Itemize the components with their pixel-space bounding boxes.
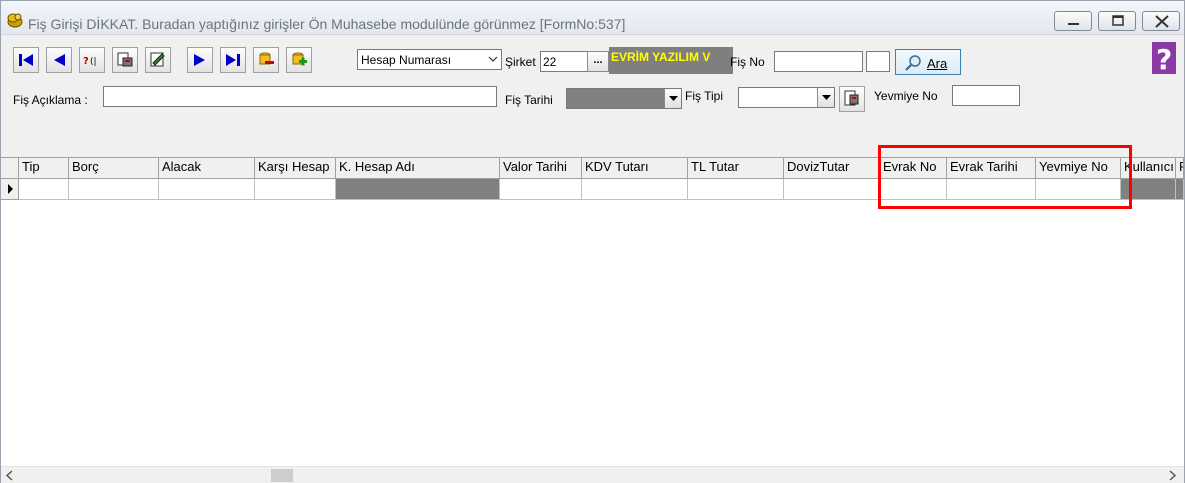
fis-tarihi-picker[interactable] — [566, 88, 682, 109]
previous-icon — [54, 54, 65, 66]
delete-record-button[interactable] — [253, 47, 279, 73]
cell-kullanici — [1121, 179, 1176, 200]
dropdown-arrow-icon — [669, 96, 678, 101]
chevron-down-icon — [488, 56, 498, 62]
svg-text:?: ? — [83, 56, 89, 67]
cell-k-hesap-adi — [336, 179, 500, 200]
fis-tarihi-label: Fiş Tarihi — [505, 93, 553, 107]
horizontal-scrollbar[interactable] — [1, 466, 1184, 483]
maximize-icon — [1112, 15, 1124, 26]
yevmiye-no-input[interactable] — [952, 85, 1020, 106]
first-icon — [19, 54, 33, 66]
col-header-tip[interactable]: Tip — [19, 158, 69, 179]
cell-borc[interactable] — [69, 179, 159, 200]
col-header-alacak[interactable]: Alacak — [159, 158, 255, 179]
search-field-value: Hesap Numarası — [361, 53, 452, 67]
col-header-evrak-no[interactable]: Evrak No — [880, 158, 947, 179]
maximize-button[interactable] — [1098, 11, 1136, 31]
form-fields-row: Fiş Açıklama : Fiş Tarihi Fiş Tipi Yevmi… — [1, 83, 1184, 157]
cell-alacak[interactable] — [159, 179, 255, 200]
toolbar: ? (| Hesap Numarası Şirket 22 ... EVRİM Y… — [1, 35, 1184, 83]
cell-f — [1176, 179, 1184, 200]
next-icon — [194, 54, 205, 66]
date-dropdown-button[interactable] — [664, 89, 681, 108]
edit-icon — [150, 52, 165, 67]
add-db-icon — [292, 52, 307, 66]
fis-tipi-dropdown-button[interactable] — [817, 88, 834, 107]
search-field-select[interactable]: Hesap Numarası — [357, 49, 502, 70]
fis-no-input[interactable] — [774, 51, 863, 72]
row-indicator — [1, 179, 19, 200]
print-preview-icon — [117, 52, 133, 67]
col-header-tl-tutar[interactable]: TL Tutar — [688, 158, 784, 179]
col-header-doviz-tutar[interactable]: DovizTutar — [784, 158, 880, 179]
cell-karsi-hesap[interactable] — [255, 179, 336, 200]
col-header-f[interactable]: F — [1176, 158, 1184, 179]
fis-aciklama-label: Fiş Açıklama : — [13, 93, 88, 107]
search-button-label: Ara — [927, 56, 948, 71]
title-bar: Fiş Girişi DİKKAT. Buradan yaptığınız gi… — [1, 1, 1184, 35]
app-icon — [7, 13, 23, 28]
next-record-button[interactable] — [187, 47, 213, 73]
query-icon: ? (| — [83, 56, 97, 67]
cell-yevmiye-no[interactable] — [1036, 179, 1121, 200]
query-button[interactable]: ? (| — [79, 47, 105, 73]
form-window: Fiş Girişi DİKKAT. Buradan yaptığınız gi… — [0, 0, 1185, 483]
fis-tipi-label: Fiş Tipi — [685, 89, 724, 103]
scroll-left-icon[interactable] — [5, 470, 15, 481]
cell-doviz-tutar[interactable] — [784, 179, 880, 200]
cell-tip[interactable] — [19, 179, 69, 200]
minimize-icon — [1068, 23, 1079, 25]
print-button[interactable] — [112, 47, 138, 73]
document-search-icon — [844, 90, 859, 106]
col-header-kdv-tutari[interactable]: KDV Tutarı — [582, 158, 688, 179]
company-name: EVRİM YAZILIM V — [609, 47, 733, 74]
cell-kdv-tutari[interactable] — [582, 179, 688, 200]
col-header-valor-tarihi[interactable]: Valor Tarihi — [500, 158, 582, 179]
col-header-borc[interactable]: Borç — [69, 158, 159, 179]
sirket-value: 22 — [543, 55, 557, 69]
fis-tipi-select[interactable] — [738, 87, 835, 108]
sirket-browse-button[interactable]: ... — [587, 51, 609, 72]
col-header-yevmiye-no[interactable]: Yevmiye No — [1036, 158, 1121, 179]
col-header-evrak-tarihi[interactable]: Evrak Tarihi — [947, 158, 1036, 179]
scrollbar-thumb[interactable] — [271, 469, 293, 482]
magnifier-icon — [905, 55, 921, 71]
last-record-button[interactable] — [220, 47, 246, 73]
edit-record-button[interactable] — [145, 47, 171, 73]
previous-record-button[interactable] — [46, 47, 72, 73]
sirket-label: Şirket — [505, 55, 536, 69]
col-header-kullanici[interactable]: Kullanıcı — [1121, 158, 1176, 179]
minimize-button[interactable] — [1054, 11, 1092, 31]
cell-tl-tutar[interactable] — [688, 179, 784, 200]
close-button[interactable] — [1142, 11, 1180, 31]
col-header-k-hesap-adi[interactable]: K. Hesap Adı — [336, 158, 500, 179]
sirket-input[interactable]: 22 — [540, 51, 588, 72]
fis-aciklama-input[interactable] — [103, 86, 497, 107]
entries-grid[interactable]: Tip Borç Alacak Karşı Hesap K. Hesap Adı… — [1, 157, 1184, 466]
help-icon[interactable]: ? — [1152, 42, 1176, 74]
fis-no-extra-input[interactable] — [866, 51, 890, 72]
dropdown-arrow-icon — [822, 95, 831, 100]
close-icon — [1155, 15, 1169, 28]
grid-corner — [1, 158, 19, 179]
last-icon — [226, 54, 240, 66]
current-row-arrow-icon — [8, 184, 13, 194]
cell-valor-tarihi[interactable] — [500, 179, 582, 200]
fis-no-label: Fiş No — [730, 55, 765, 69]
first-record-button[interactable] — [13, 47, 39, 73]
fis-tipi-action-button[interactable] — [839, 86, 865, 112]
help-glyph: ? — [1156, 43, 1172, 74]
cell-evrak-no[interactable] — [880, 179, 947, 200]
yevmiye-no-label: Yevmiye No — [874, 89, 938, 103]
col-header-karsi-hesap[interactable]: Karşı Hesap — [255, 158, 336, 179]
scroll-right-icon[interactable] — [1167, 470, 1177, 481]
search-button[interactable]: Ara — [895, 49, 961, 75]
svg-text:(|: (| — [90, 57, 97, 67]
add-record-button[interactable] — [286, 47, 312, 73]
delete-db-icon — [259, 52, 274, 65]
cell-evrak-tarihi[interactable] — [947, 179, 1036, 200]
window-title: Fiş Girişi DİKKAT. Buradan yaptığınız gi… — [28, 16, 626, 32]
